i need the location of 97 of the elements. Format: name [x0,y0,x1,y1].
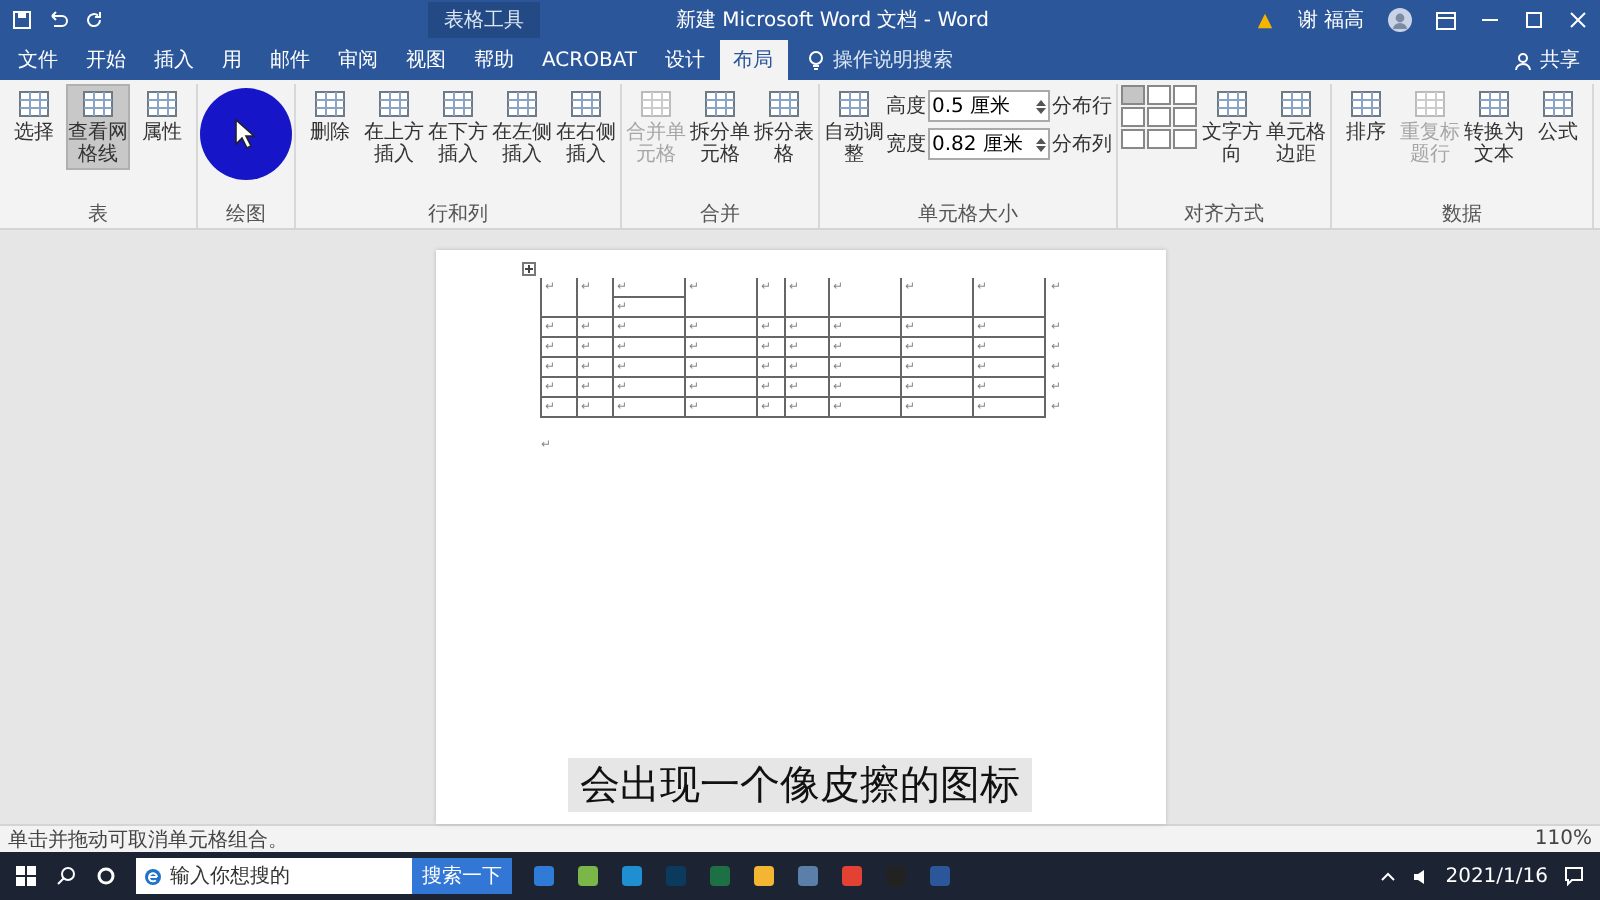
table-grid-icon [506,88,538,120]
distribute-rows-button[interactable]: 分布行 [1050,90,1114,122]
ribbon-tab[interactable]: ACROBAT [528,40,651,80]
ribbon-button[interactable]: 排序 [1334,84,1398,148]
notification-icon[interactable] [1564,866,1584,886]
ribbon-tab[interactable]: 审阅 [324,40,392,80]
table-grid-icon [378,88,410,120]
group-label: 对齐方式 [1182,204,1266,228]
search-icon[interactable] [56,866,76,886]
ribbon-button[interactable]: 文字方向 [1200,84,1264,170]
maximize-icon[interactable] [1524,10,1544,30]
width-field[interactable]: 0.82 厘米 [928,128,1050,160]
table-grid-icon [768,88,800,120]
table-grid-icon [838,88,870,120]
table-grid-icon [146,88,178,120]
speaker-icon[interactable] [1411,867,1430,885]
ribbon-tab[interactable]: 文件 [4,40,72,80]
group-label: 数据 [1440,204,1484,228]
app-icon[interactable] [796,864,820,888]
group-label: 合并 [698,204,742,228]
ribbon-button[interactable]: 自动调整 [822,84,886,170]
ribbon-button[interactable]: 在上方插入 [362,84,426,170]
table-grid-icon [82,88,114,120]
ribbon-tab[interactable]: 用 [208,40,256,80]
ribbon-button[interactable]: 在左侧插入 [490,84,554,170]
ribbon-tab[interactable]: 布局 [719,40,787,80]
group-label: 绘图 [224,204,268,228]
ribbon-button[interactable]: 拆分单元格 [688,84,752,170]
app-icon[interactable] [532,864,556,888]
ribbon-tab[interactable]: 视图 [392,40,460,80]
field-label: 高度 [886,93,926,120]
zoom-level[interactable]: 110% [1534,828,1592,850]
table-grid-icon [1216,88,1248,120]
ribbon-button[interactable]: 在右侧插入 [554,84,618,170]
window-title: 新建 Microsoft Word 文档 - Word [676,7,989,34]
table-grid-icon [18,88,50,120]
table-grid-icon [314,88,346,120]
app-icon[interactable] [840,864,864,888]
group-label: 表 [86,204,110,228]
ribbon-tab[interactable]: 邮件 [256,40,324,80]
avatar-icon[interactable] [1388,8,1412,32]
ribbon-tab[interactable]: 设计 [651,40,719,80]
distribute-columns-button[interactable]: 分布列 [1050,128,1114,160]
table-grid-icon [442,88,474,120]
table-grid-icon [1280,88,1312,120]
table-grid-icon [1414,88,1446,120]
chevron-up-icon[interactable] [1379,868,1396,884]
ribbon-tab[interactable]: 帮助 [460,40,528,80]
taskbar-search-field[interactable]: 输入你想搜的 [136,858,412,894]
user-name[interactable]: 谢 福高 [1297,6,1364,34]
ribbon-button[interactable]: 拆分表格 [752,84,816,170]
ribbon-button[interactable]: 删除 [298,84,362,148]
lightbulb-icon [807,50,823,70]
ribbon-button[interactable]: 单元格边距 [1264,84,1328,170]
browser-e-icon [144,867,162,885]
move-handle-icon[interactable] [521,262,535,276]
status-message: 单击并拖动可取消单元格组合。 [8,827,288,853]
table-grid-icon [640,88,672,120]
ribbon-display-icon[interactable] [1436,11,1456,29]
spinner-arrows-icon[interactable] [1036,135,1046,153]
clock-date[interactable]: 2021/1/16 [1445,865,1548,887]
undo-icon[interactable] [48,10,68,30]
save-icon[interactable] [12,10,32,30]
ribbon-button[interactable]: 查看网格线 [66,84,130,170]
table-grid-icon [1350,88,1382,120]
ribbon-button[interactable]: 转换为文本 [1462,84,1526,170]
person-icon [1514,51,1532,69]
height-field[interactable]: 0.5 厘米 [928,90,1050,122]
app-icon[interactable] [620,864,644,888]
ribbon-button[interactable]: 选择 [2,84,66,148]
app-icon[interactable] [752,864,776,888]
windows-logo-icon[interactable] [16,866,36,886]
app-icon[interactable] [576,864,600,888]
spinner-arrows-icon[interactable] [1036,97,1046,115]
group-label: 单元格大小 [916,204,1020,228]
ribbon-button[interactable]: 属性 [130,84,194,148]
subtitle-caption: 会出现一个像皮擦的图标 [568,758,1032,812]
ribbon-tab[interactable]: 开始 [72,40,140,80]
ribbon-button[interactable]: 在下方插入 [426,84,490,170]
search-button[interactable]: 搜索一下 [412,858,512,894]
warning-icon [1255,11,1274,29]
close-icon[interactable] [1568,10,1588,30]
table-grid-icon [1542,88,1574,120]
field-label: 宽度 [886,131,926,158]
context-label: 表格工具 [428,2,540,38]
group-label: 行和列 [426,204,490,228]
cursor-icon [234,118,258,150]
ribbon-tab[interactable]: 插入 [140,40,208,80]
ring-icon[interactable] [96,866,116,886]
ribbon-button[interactable]: 公式 [1526,84,1590,148]
table-grid-icon [1478,88,1510,120]
alignment-grid-icon[interactable] [1120,84,1200,152]
share-button[interactable]: 共享 [1494,40,1600,80]
table-grid-icon [570,88,602,120]
tell-me-search[interactable]: 操作说明搜索 [807,40,953,80]
redo-icon[interactable] [84,10,104,30]
table-grid-icon [704,88,736,120]
